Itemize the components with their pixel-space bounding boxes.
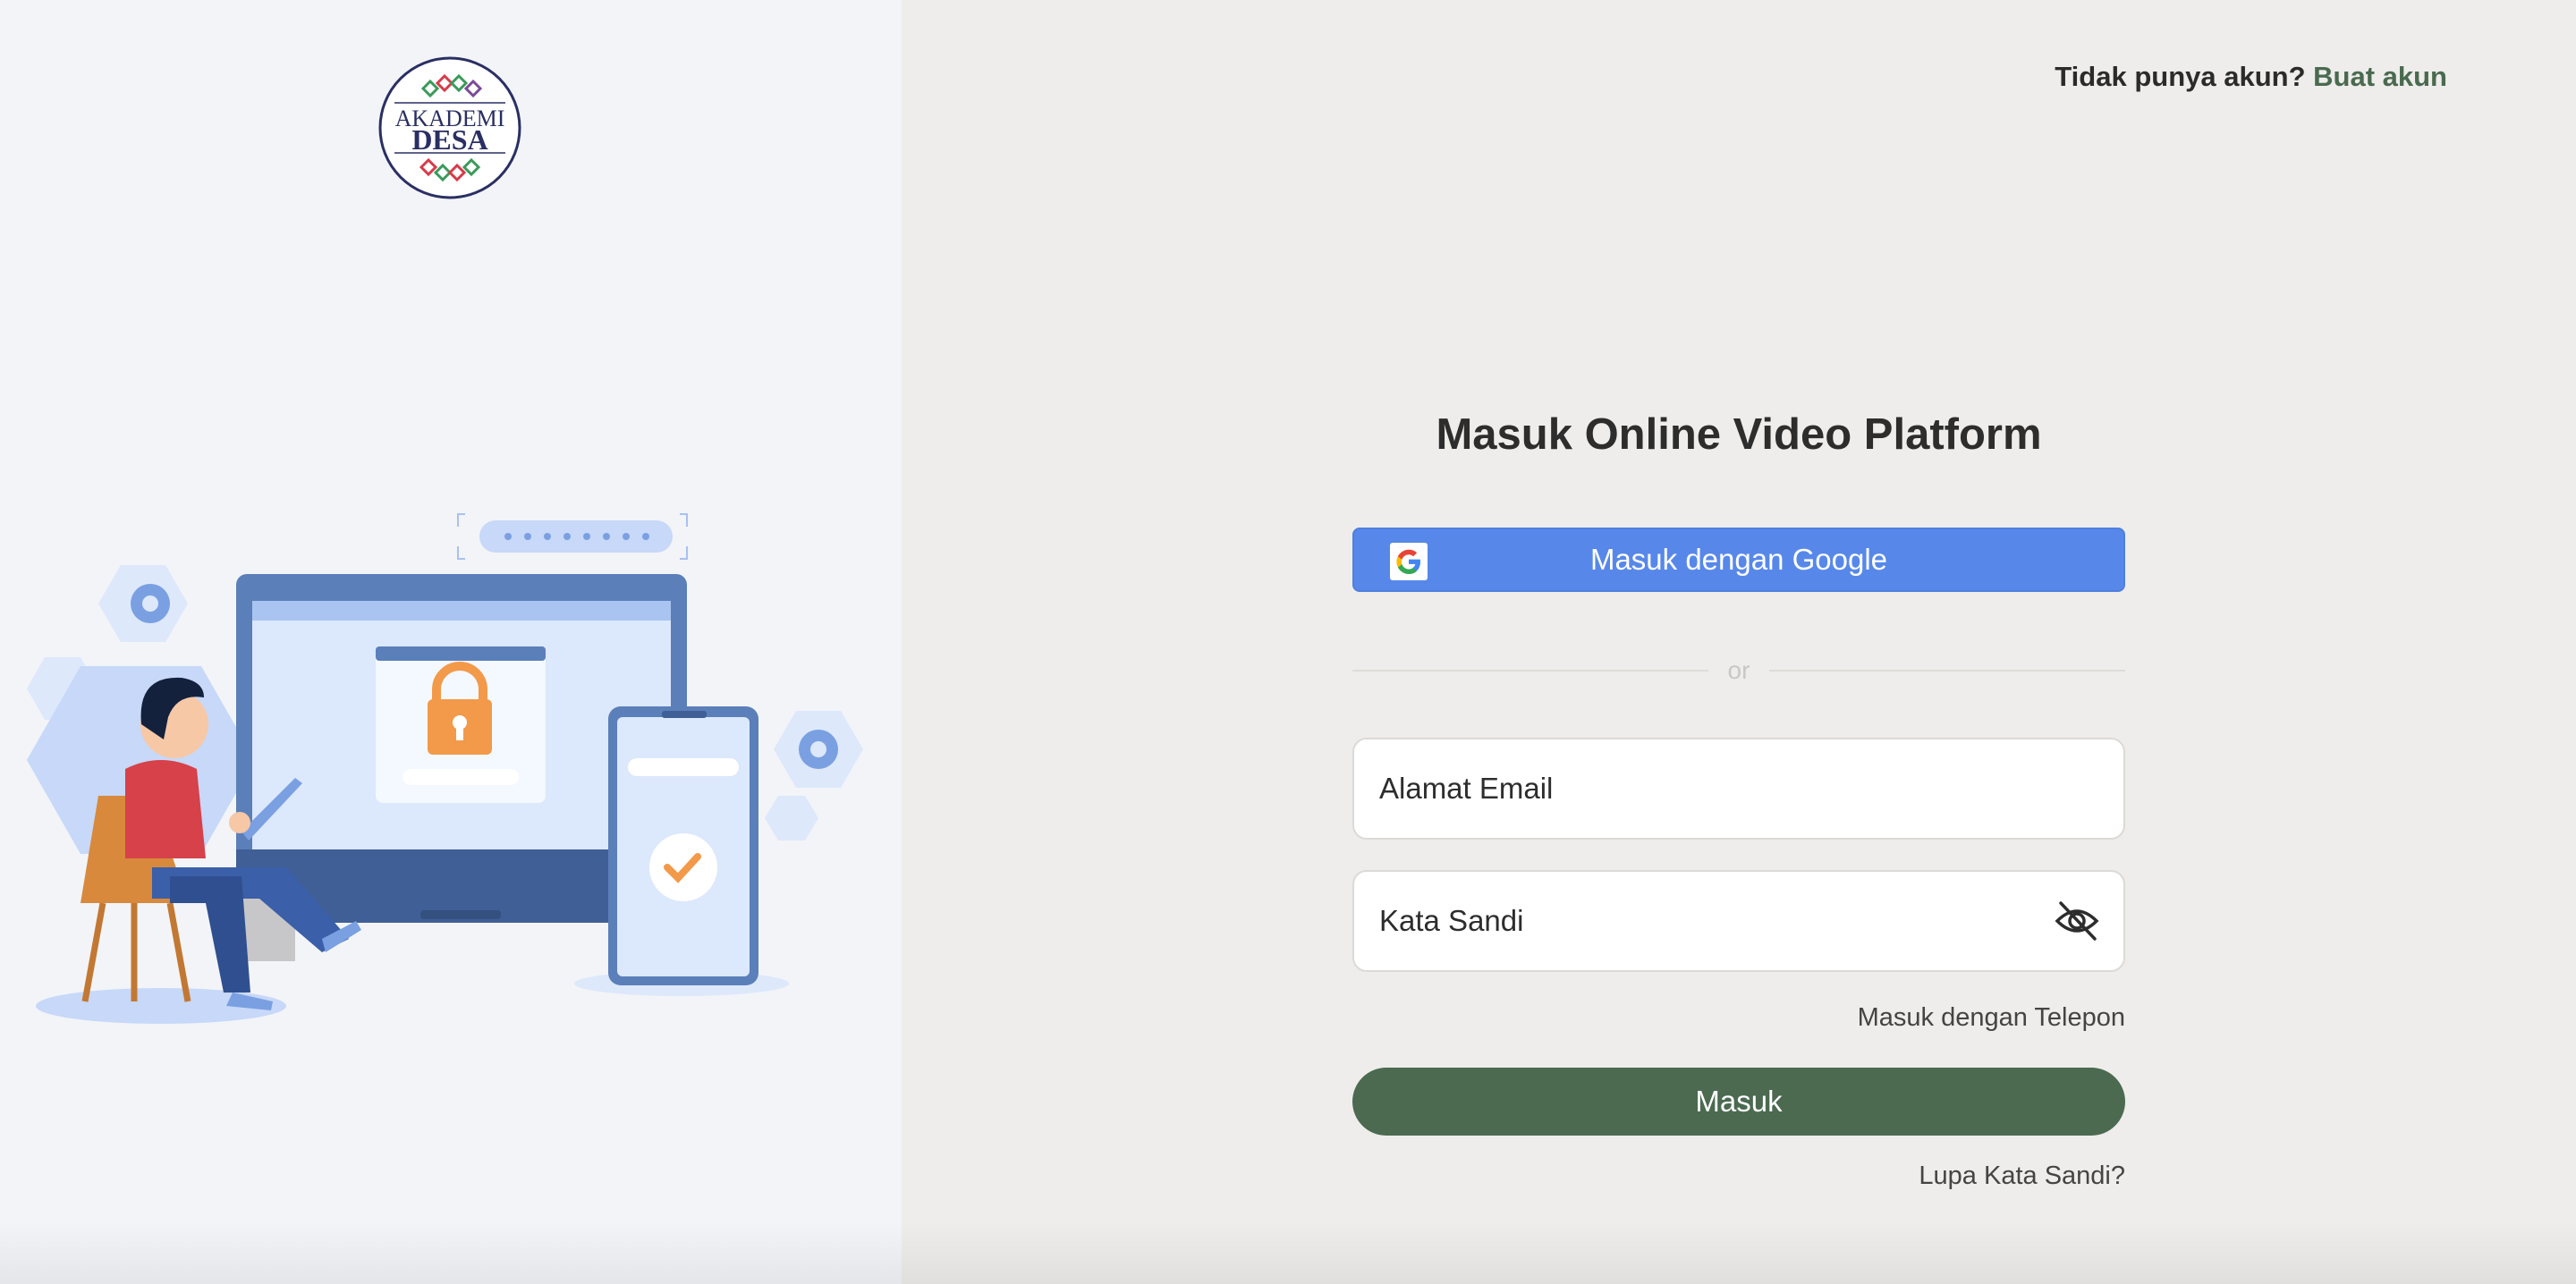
create-account-link[interactable]: Buat akun [2313, 61, 2447, 92]
google-login-button[interactable]: Masuk dengan Google [1352, 528, 2125, 592]
logo-line2: DESA [411, 123, 487, 156]
email-input[interactable] [1377, 771, 2100, 807]
email-field-box [1352, 738, 2125, 840]
or-divider: or [1352, 653, 2125, 688]
bottom-shadow [0, 1221, 2576, 1284]
forgot-password-link[interactable]: Lupa Kata Sandi? [1919, 1162, 2125, 1191]
eye-off-icon[interactable] [2054, 898, 2100, 944]
password-field-box [1352, 870, 2125, 972]
password-input[interactable] [1377, 903, 2054, 939]
signup-prompt-row: Tidak punya akun? Buat akun [2055, 61, 2447, 97]
page-title: Masuk Online Video Platform [1436, 410, 2042, 459]
google-login-label: Masuk dengan Google [1589, 543, 1888, 576]
google-icon [1390, 543, 1428, 580]
phone-login-link[interactable]: Masuk dengan Telepon [1858, 1003, 2125, 1033]
signup-prompt: Tidak punya akun? [2055, 61, 2306, 92]
divider-line-right [1769, 670, 2125, 672]
divider-text: or [1727, 656, 1750, 684]
divider-line-left [1352, 670, 1708, 672]
left-panel: AKADEMI DESA [0, 0, 902, 1284]
login-illustration [27, 513, 863, 1024]
akademi-desa-logo: AKADEMI DESA [378, 56, 521, 199]
login-submit-button[interactable]: Masuk [1352, 1068, 2125, 1136]
